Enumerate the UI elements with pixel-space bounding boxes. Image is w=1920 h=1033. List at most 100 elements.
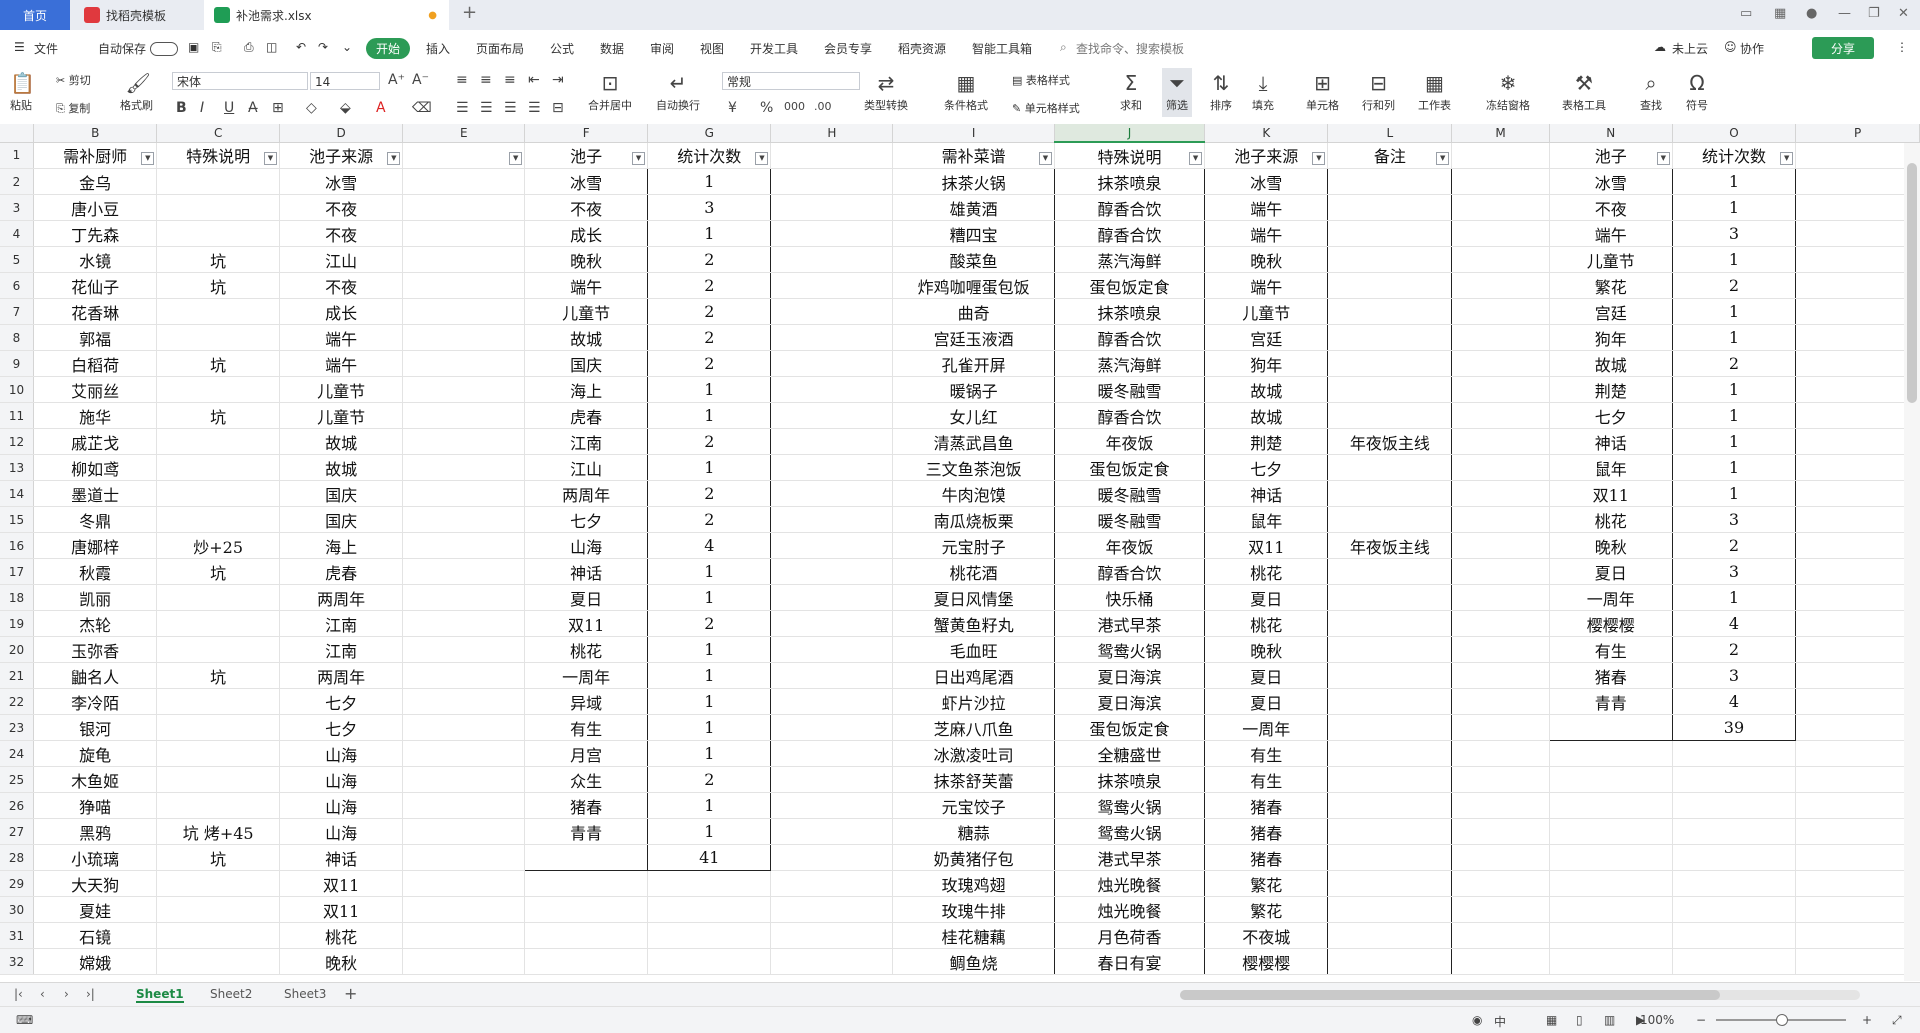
cell-k26[interactable]: 猪春	[1204, 792, 1329, 819]
grow-font-icon[interactable]: A⁺	[388, 72, 405, 88]
cell-e30[interactable]	[402, 896, 526, 923]
cell-h30[interactable]	[770, 896, 894, 923]
cell-d8[interactable]: 端午	[279, 324, 404, 351]
cell-k9[interactable]: 狗年	[1204, 350, 1329, 377]
column-header-b[interactable]: B	[33, 124, 158, 143]
cell-e19[interactable]	[402, 610, 526, 637]
cell-g5[interactable]: 2	[647, 246, 772, 273]
cell-p17[interactable]	[1795, 558, 1920, 585]
cell-p30[interactable]	[1795, 896, 1920, 923]
row-header[interactable]: 15	[0, 506, 34, 533]
cell-k3[interactable]: 端午	[1204, 194, 1329, 221]
cell-d16[interactable]: 海上	[279, 532, 404, 559]
cell-n8[interactable]: 狗年	[1548, 324, 1673, 351]
shrink-font-icon[interactable]: A⁻	[412, 72, 429, 88]
cell-o6[interactable]: 2	[1672, 272, 1797, 299]
cell-o27[interactable]	[1672, 818, 1797, 845]
cell-c16[interactable]: 炒+25	[156, 532, 280, 559]
cell-e2[interactable]	[402, 168, 526, 195]
cell-j9[interactable]: 蒸汽海鲜	[1054, 350, 1206, 377]
cell-k19[interactable]: 桃花	[1204, 610, 1329, 637]
row-header[interactable]: 20	[0, 636, 34, 663]
cell-j31[interactable]: 月色荷香	[1054, 922, 1206, 949]
cell-d4[interactable]: 不夜	[279, 220, 404, 247]
format-painter-button[interactable]: 🖌 格式刷	[120, 72, 153, 113]
column-header-g[interactable]: G	[647, 124, 772, 143]
cell-i3[interactable]: 雄黄酒	[892, 194, 1055, 221]
menu-view[interactable]: 视图	[700, 40, 724, 57]
cell-o31[interactable]	[1672, 922, 1797, 949]
cell-n3[interactable]: 不夜	[1548, 194, 1673, 221]
preview-icon[interactable]: ◫	[266, 40, 277, 54]
cell-l12[interactable]: 年夜饭主线	[1327, 428, 1453, 455]
cell-e12[interactable]	[402, 428, 526, 455]
language-icon[interactable]: 中	[1494, 1013, 1506, 1030]
zoom-slider[interactable]	[1716, 1014, 1846, 1026]
cell-o22[interactable]: 4	[1672, 688, 1797, 715]
cell-n4[interactable]: 端午	[1548, 220, 1673, 247]
cell-e15[interactable]	[402, 506, 526, 533]
horizontal-scroll-thumb[interactable]	[1180, 990, 1720, 1000]
cell-f10[interactable]: 海上	[524, 376, 649, 403]
cell-f29[interactable]	[524, 870, 649, 897]
cell-d30[interactable]: 双11	[279, 896, 404, 923]
cell-n19[interactable]: 樱樱樱	[1548, 610, 1673, 637]
row-header[interactable]: 9	[0, 350, 34, 377]
cell-d32[interactable]: 晚秋	[279, 948, 404, 975]
cell-d18[interactable]: 两周年	[279, 584, 404, 611]
menu-insert[interactable]: 插入	[426, 40, 450, 57]
cell-p5[interactable]	[1795, 246, 1920, 273]
cell-h24[interactable]	[770, 740, 894, 767]
cell-k27[interactable]: 猪春	[1204, 818, 1329, 845]
cell-f19[interactable]: 双11	[524, 610, 649, 637]
cell-d31[interactable]: 桃花	[279, 922, 404, 949]
cell-j25[interactable]: 抹茶喷泉	[1054, 766, 1206, 793]
cell-k2[interactable]: 冰雪	[1204, 168, 1329, 195]
menu-dochub[interactable]: 稻壳资源	[898, 40, 946, 57]
filter-dropdown-icon[interactable]: ▼	[1312, 151, 1326, 165]
cell-f25[interactable]: 众生	[524, 766, 649, 793]
clear-icon[interactable]: ⌫	[412, 100, 432, 116]
cell-l25[interactable]	[1327, 766, 1453, 793]
cell-b17[interactable]: 秋霞	[33, 558, 158, 585]
row-header[interactable]: 3	[0, 194, 34, 221]
cell-m27[interactable]	[1451, 818, 1550, 845]
cell-g16[interactable]: 4	[647, 532, 772, 559]
align-left-icon[interactable]: ☰	[456, 100, 469, 116]
cell-g29[interactable]	[647, 870, 772, 897]
cell-i25[interactable]: 抹茶舒芙蕾	[892, 766, 1055, 793]
cell-m10[interactable]	[1451, 376, 1550, 403]
cell-f16[interactable]: 山海	[524, 532, 649, 559]
cell-l7[interactable]	[1327, 298, 1453, 325]
cell-p7[interactable]	[1795, 298, 1920, 325]
cell-m6[interactable]	[1451, 272, 1550, 299]
cell-e4[interactable]	[402, 220, 526, 247]
macro-icon[interactable]: ⌨	[16, 1013, 33, 1027]
cell-n25[interactable]	[1549, 766, 1673, 793]
cell-o29[interactable]	[1672, 870, 1797, 897]
cell-l14[interactable]	[1327, 480, 1453, 507]
cell-c25[interactable]	[156, 766, 280, 793]
cell-n5[interactable]: 儿童节	[1548, 246, 1673, 273]
cell-k29[interactable]: 繁花	[1204, 870, 1329, 897]
cell-o7[interactable]: 1	[1672, 298, 1797, 325]
align-middle-icon[interactable]: ≡	[480, 72, 492, 88]
header-cell-o[interactable]: 统计次数 ▼	[1672, 142, 1797, 169]
cell-g13[interactable]: 1	[647, 454, 772, 481]
cell-p24[interactable]	[1795, 740, 1920, 767]
cell-d25[interactable]: 山海	[279, 766, 404, 793]
cell-n16[interactable]: 晚秋	[1548, 532, 1673, 559]
cell-o11[interactable]: 1	[1672, 402, 1797, 429]
cell-g28[interactable]: 41	[647, 844, 772, 871]
sheet-tab-2[interactable]: Sheet2	[210, 987, 252, 1001]
row-header[interactable]: 25	[0, 766, 34, 793]
cell-p19[interactable]	[1795, 610, 1920, 637]
cell-p3[interactable]	[1795, 194, 1920, 221]
cell-i17[interactable]: 桃花酒	[892, 558, 1055, 585]
cell-o17[interactable]: 3	[1672, 558, 1797, 585]
cell-o5[interactable]: 1	[1672, 246, 1797, 273]
cell-d17[interactable]: 虎春	[279, 558, 404, 585]
cell-button[interactable]: ⊞ 单元格	[1306, 72, 1339, 113]
justify-icon[interactable]: ☰	[528, 100, 541, 116]
cell-n24[interactable]	[1549, 740, 1673, 767]
